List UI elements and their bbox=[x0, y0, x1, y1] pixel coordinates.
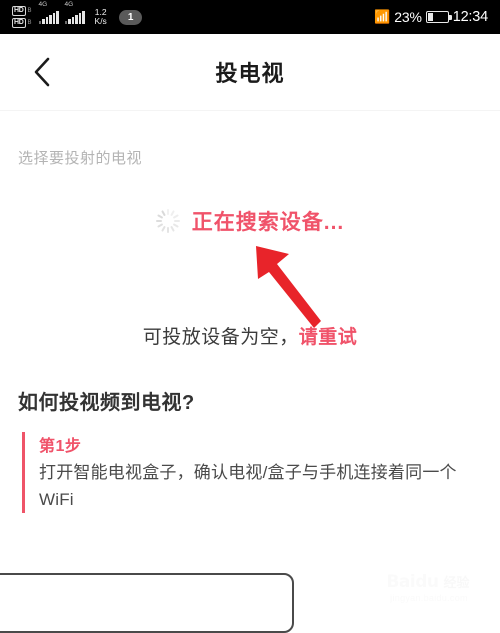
hd-badge-icon-2: HD bbox=[12, 18, 26, 28]
chevron-left-icon bbox=[34, 57, 50, 87]
hd-badge-icon: HD bbox=[12, 6, 26, 16]
page-title: 投电视 bbox=[215, 61, 285, 86]
watermark-brand-row: Baidu 经验 bbox=[386, 571, 472, 592]
battery-icon bbox=[425, 11, 452, 23]
step-description: 打开智能电视盒子，确认电视/盒子与手机连接着同一个WiFi bbox=[39, 463, 457, 509]
bluetooth-icon: 📶 bbox=[374, 9, 391, 24]
watermark-brand-label: Baidu bbox=[386, 571, 439, 592]
select-tv-subtitle: 选择要投射的电视 bbox=[18, 150, 143, 167]
sim2-signal: 4G bbox=[64, 1, 85, 24]
dual-sim-hd-indicators: HD B HD B bbox=[12, 6, 32, 28]
baidu-watermark: Baidu 经验 jingyan.baidu.com bbox=[366, 566, 492, 608]
empty-device-message: 可投放设备为空，请重试 bbox=[0, 322, 500, 349]
header-divider bbox=[0, 110, 500, 111]
signal-indicators: 4G 4G bbox=[38, 1, 85, 24]
empty-device-prefix: 可投放设备为空， bbox=[142, 327, 299, 348]
howto-heading: 如何投视频到电视? bbox=[18, 392, 195, 414]
watermark-url-label: jingyan.baidu.com bbox=[390, 592, 468, 603]
watermark-cn-label: 经验 bbox=[441, 572, 472, 591]
status-bar-right: 📶 23% 12:34 bbox=[374, 9, 488, 25]
signal-bars-icon-2 bbox=[64, 10, 85, 24]
status-bar: HD B HD B 4G 4G 1.2 K/s 1 📶 23% 12:34 bbox=[0, 0, 500, 34]
red-arrow-icon bbox=[256, 246, 321, 328]
battery-percent-label: 23% bbox=[394, 9, 422, 25]
step-label: 第1步 bbox=[39, 438, 82, 455]
loading-spinner-icon bbox=[155, 209, 180, 233]
step-item-1: 第1步 打开智能电视盒子，确认电视/盒子与手机连接着同一个WiFi bbox=[22, 432, 480, 513]
sim2-network-label: 4G bbox=[64, 0, 74, 8]
signal-bars-icon bbox=[38, 10, 59, 24]
clock-label: 12:34 bbox=[452, 9, 488, 25]
sim2-sub-label: B bbox=[27, 19, 32, 26]
searching-status: 正在搜索设备... bbox=[0, 206, 500, 236]
page-header: 投电视 bbox=[0, 34, 500, 110]
notification-count-badge: 1 bbox=[118, 9, 143, 25]
sim1-network-label: 4G bbox=[38, 0, 48, 8]
back-button[interactable] bbox=[22, 52, 62, 92]
sim1-hd-indicator: HD B bbox=[12, 6, 32, 16]
network-speed-unit: K/s bbox=[94, 16, 107, 26]
status-bar-left: HD B HD B 4G 4G 1.2 K/s 1 bbox=[12, 1, 143, 28]
searching-label: 正在搜索设备... bbox=[191, 211, 345, 234]
sim1-signal: 4G bbox=[38, 1, 59, 24]
network-speed: 1.2 K/s bbox=[95, 8, 107, 26]
sim2-hd-indicator: HD B bbox=[12, 18, 32, 28]
bottom-card-outline[interactable] bbox=[0, 573, 294, 633]
sim1-sub-label: B bbox=[27, 7, 32, 14]
retry-link[interactable]: 请重试 bbox=[299, 327, 358, 348]
